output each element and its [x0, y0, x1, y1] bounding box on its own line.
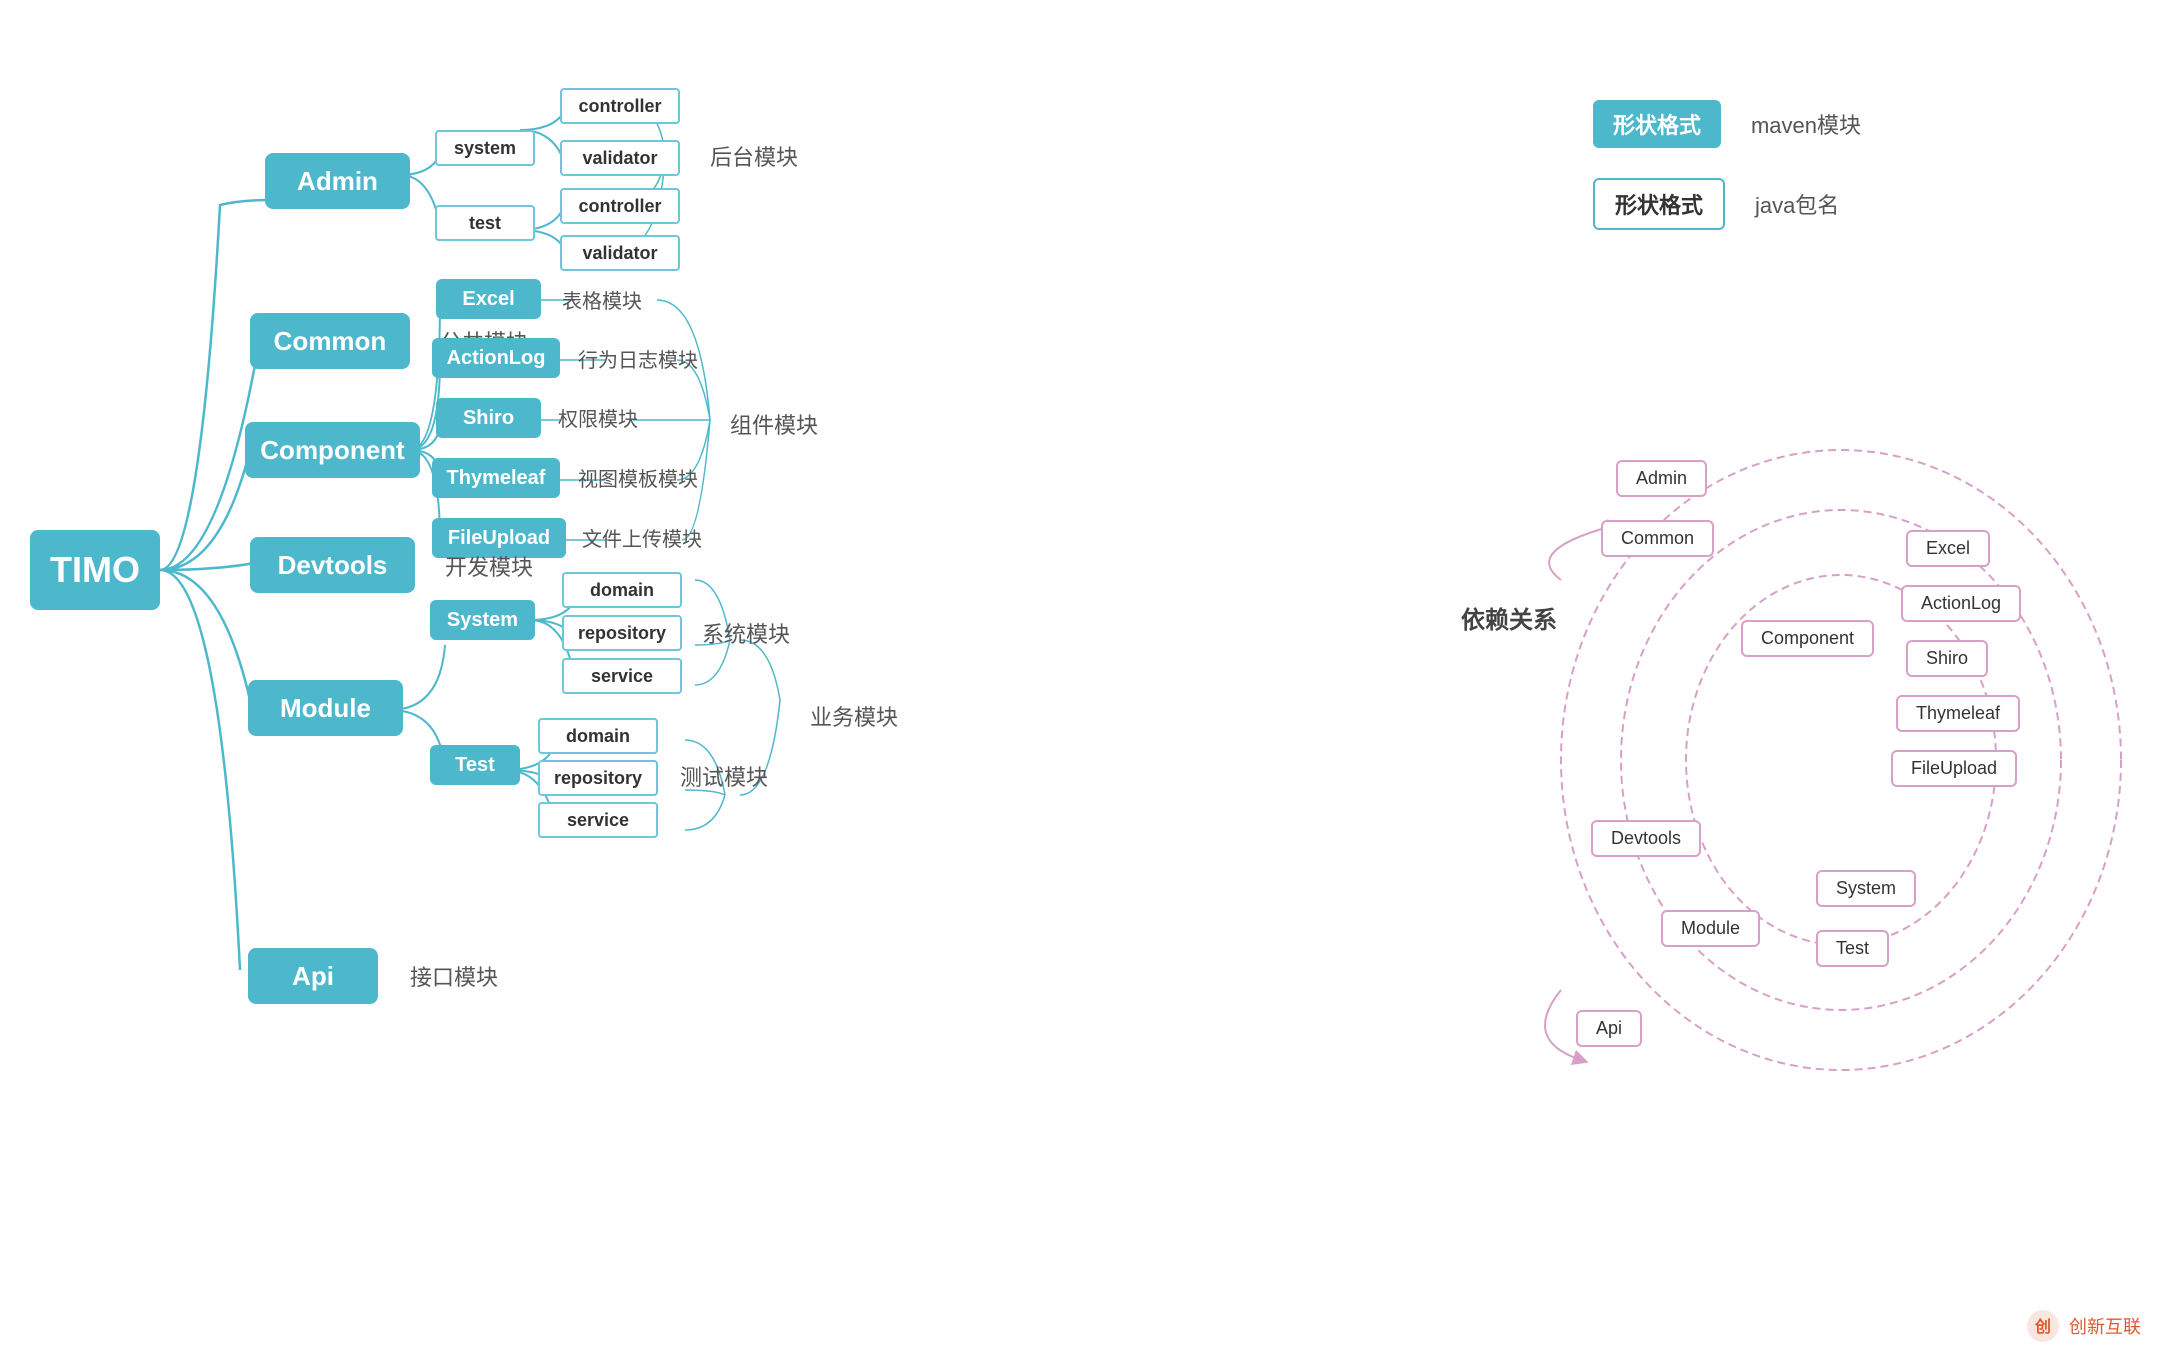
dep-test: Test — [1816, 930, 1889, 967]
watermark-text: 创新互联 — [2069, 1313, 2141, 1339]
module-label: 业务模块 — [810, 700, 898, 732]
shiro-node: Shiro — [436, 398, 541, 438]
admin-label: 后台模块 — [710, 140, 798, 172]
sys-domain-node: domain — [562, 572, 682, 608]
legend-item-maven: 形状格式 maven模块 — [1593, 100, 1861, 148]
actionlog-node: ActionLog — [432, 338, 560, 378]
test-service-node: service — [538, 802, 658, 838]
excel-label: 表格模块 — [562, 285, 642, 314]
dep-api: Api — [1576, 1010, 1642, 1047]
admin-node: Admin — [265, 153, 410, 209]
timo-node: TIMO — [30, 530, 160, 610]
watermark: 创 创新互联 — [2025, 1308, 2141, 1344]
test-node: Test — [430, 745, 520, 785]
legend-item-java: 形状格式 java包名 — [1593, 178, 1861, 230]
thymeleaf-node: Thymeleaf — [432, 458, 560, 498]
test-controller-node: controller — [560, 188, 680, 224]
admin-test-node: test — [435, 205, 535, 241]
actionlog-label: 行为日志模块 — [578, 344, 698, 373]
test-module-label: 测试模块 — [680, 760, 768, 792]
test-repo-node: repository — [538, 760, 658, 796]
excel-node: Excel — [436, 279, 541, 319]
legend-outline-box: 形状格式 — [1593, 178, 1725, 230]
dep-component: Component — [1741, 620, 1874, 657]
dep-shiro: Shiro — [1906, 640, 1988, 677]
dep-thymeleaf: Thymeleaf — [1896, 695, 2020, 732]
system-label: 系统模块 — [702, 617, 790, 649]
dep-common: Common — [1601, 520, 1714, 557]
system-node: System — [430, 600, 535, 640]
legend-filled-box: 形状格式 — [1593, 100, 1721, 148]
watermark-icon: 创 — [2025, 1308, 2061, 1344]
admin-system-node: system — [435, 130, 535, 166]
dep-actionlog: ActionLog — [1901, 585, 2021, 622]
dependency-diagram: 依赖关系 Admin Common Component Devtools Mod… — [1461, 400, 2141, 1100]
shiro-label: 权限模块 — [558, 403, 638, 432]
thymeleaf-label: 视图模板模块 — [578, 463, 698, 492]
sys-repo-node: repository — [562, 615, 682, 651]
dep-fileupload: FileUpload — [1891, 750, 2017, 787]
svg-text:创: 创 — [2034, 1317, 2051, 1336]
api-node: Api — [248, 948, 378, 1004]
dep-admin: Admin — [1616, 460, 1707, 497]
test-validator-node: validator — [560, 235, 680, 271]
dep-lines-svg — [1461, 400, 2141, 1100]
legend: 形状格式 maven模块 形状格式 java包名 — [1593, 100, 1861, 260]
dep-module: Module — [1661, 910, 1760, 947]
module-node: Module — [248, 680, 403, 736]
api-label: 接口模块 — [410, 960, 498, 992]
diagram-container: TIMO Admin system test controller valida… — [0, 0, 2161, 1364]
sys-validator-node: validator — [560, 140, 680, 176]
sys-service-node: service — [562, 658, 682, 694]
legend-outline-desc: java包名 — [1755, 188, 1839, 220]
common-node: Common — [250, 313, 410, 369]
dep-system: System — [1816, 870, 1916, 907]
dep-devtools: Devtools — [1591, 820, 1701, 857]
devtools-node: Devtools — [250, 537, 415, 593]
component-label: 组件模块 — [730, 408, 818, 440]
test-domain-node: domain — [538, 718, 658, 754]
dep-excel: Excel — [1906, 530, 1990, 567]
sys-controller-node: controller — [560, 88, 680, 124]
dep-title: 依赖关系 — [1461, 600, 1557, 635]
fileupload-label: 文件上传模块 — [582, 523, 702, 552]
component-node: Component — [245, 422, 420, 478]
legend-filled-desc: maven模块 — [1751, 108, 1861, 140]
devtools-label: 开发模块 — [445, 550, 533, 582]
